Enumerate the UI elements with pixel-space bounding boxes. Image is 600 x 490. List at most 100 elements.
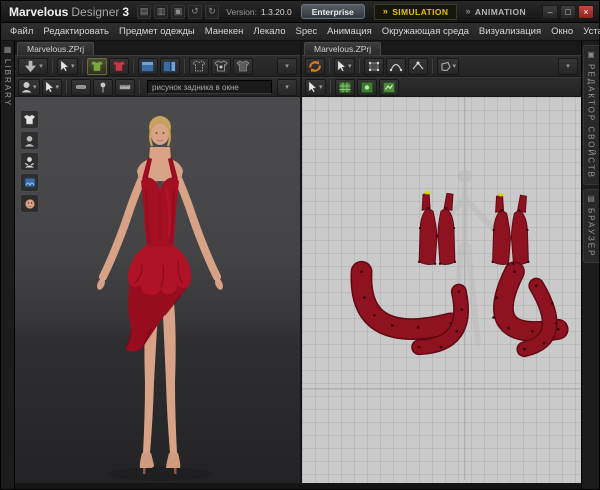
dropdown-caret-icon: ▾ [285,83,289,91]
menubar: Файл Редактировать Предмет одежды Манеке… [1,23,600,41]
panel-2d: Marvelous.ZPrj ▾ ▾ ▾ ▾ [302,41,581,483]
menu-pattern[interactable]: Лекало [248,23,290,40]
logo-brand: Marvelous [9,4,69,19]
viewport-3d-icon-strip [20,110,39,213]
dropdown-caret-icon: ▾ [348,62,352,70]
menu-settings[interactable]: Установка [578,23,600,40]
fabric-layer-button[interactable] [20,173,39,192]
avatar-menu-button[interactable]: ▾ [18,78,40,96]
redo-icon[interactable]: ↻ [205,4,220,19]
cursor-icon [337,60,346,72]
green-grid-icon [338,81,351,93]
screenshot-icon[interactable]: ▣ [171,4,186,19]
texture-tool-button[interactable]: ▾ [305,78,326,96]
doc-tab-2d[interactable]: Marvelous.ZPrj [304,42,382,55]
pose-layer-button[interactable] [20,152,39,171]
toolbar-overflow-button-3d[interactable]: ▾ [277,57,297,75]
viewport-2d[interactable] [302,97,581,483]
pin-tool-button[interactable] [93,78,114,96]
show-garment-button[interactable] [108,57,129,75]
show-pattern-info-button[interactable] [378,78,399,96]
sync-button[interactable] [305,57,325,75]
menu-render[interactable]: Визуализация [474,23,546,40]
library-tab[interactable]: LIBRARY [3,59,12,107]
avatar-layer-button[interactable] [20,131,39,150]
field-dropdown-button[interactable]: ▾ [277,78,297,96]
toolbar-divider [431,59,433,73]
panels-icon[interactable]: ▥ [154,4,169,19]
measure-tool-button[interactable] [115,78,136,96]
tabrow-2d: Marvelous.ZPrj [302,41,581,55]
window-controls: – □ × [542,4,594,19]
logo-product: Designer [71,4,120,19]
add-point-icon [412,61,423,69]
show-thick-garment-button[interactable] [86,57,107,75]
simulate-button[interactable]: ▾ [18,57,48,75]
edit-pattern-button[interactable] [363,57,384,75]
pose-bust-icon [24,156,35,167]
tab-simulation[interactable]: » SIMULATION [373,3,458,20]
snap-grid-button[interactable] [356,78,377,96]
property-editor-icon: ▣ [587,50,595,59]
background-image-field[interactable]: рисунок задника в окне [147,80,272,94]
show-3d-window-button[interactable] [137,57,158,75]
select-tool-2d[interactable]: ▾ [334,57,355,75]
show-grid-button[interactable] [334,78,355,96]
viewport-3d[interactable] [15,97,300,483]
layout-icon[interactable]: ▤ [137,4,152,19]
titlebar-tools: ▤ ▥ ▣ ↺ ↻ [137,4,220,19]
show-pins-button[interactable] [210,57,231,75]
show-seams-button[interactable] [188,57,209,75]
blue-panels-icon [163,60,177,72]
toolbar-divider [52,59,53,73]
app-window: Marvelous Designer 3 ▤ ▥ ▣ ↺ ↻ Version: … [0,0,600,490]
tab-animation[interactable]: » ANIMATION [457,4,534,20]
right-rail: ▣ РЕДАКТОР СВОЙСТВ ▤ БРАУЗЕР [581,41,599,489]
tape-tool-button[interactable] [71,78,92,96]
version-label: Version: [226,6,257,17]
toolbar-3d-row2: ▾ ▾ рисунок задника в окне ▾ [15,77,300,97]
menu-edit[interactable]: Редактировать [38,23,114,40]
simulation-chevron-icon: » [382,6,389,16]
menu-animation[interactable]: Анимация [322,23,377,40]
show-strain-button[interactable] [232,57,253,75]
library-icon[interactable]: ▦ [4,46,12,54]
dropdown-caret-icon: ▾ [55,83,60,91]
undo-icon[interactable]: ↺ [188,4,203,19]
face-icon [24,198,35,209]
strain-shirt-icon [235,60,250,72]
license-badge[interactable]: Enterprise [300,4,365,19]
menu-spec[interactable]: Spec [290,23,322,40]
garment-layer-button[interactable] [20,110,39,129]
browser-label: БРАУЗЕР [586,207,596,258]
select-tool-3d[interactable]: ▾ [57,57,78,75]
minimize-button[interactable]: – [542,4,558,19]
draw-polygon-button[interactable]: ▾ [436,57,460,75]
menu-avatar[interactable]: Манекен [200,23,249,40]
toolbar-overflow-button-2d[interactable]: ▾ [558,57,578,75]
show-multi-window-button[interactable] [159,57,180,75]
property-editor-tab[interactable]: ▣ РЕДАКТОР СВОЙСТВ [582,45,599,185]
titlebar: Marvelous Designer 3 ▤ ▥ ▣ ↺ ↻ Version: … [1,1,599,23]
menu-file[interactable]: Файл [5,23,38,40]
white-shirt-icon [23,114,36,125]
edit-curve-button[interactable] [385,57,406,75]
menu-window[interactable]: Окно [546,23,578,40]
big-down-arrow-icon [25,60,37,72]
maximize-button[interactable]: □ [560,4,576,19]
browser-tab[interactable]: ▤ БРАУЗЕР [582,188,599,264]
doc-tab-3d[interactable]: Marvelous.ZPrj [17,42,95,55]
add-point-button[interactable] [407,57,428,75]
face-layer-button[interactable] [20,194,39,213]
menu-garment[interactable]: Предмет одежды [114,23,200,40]
polygon-icon [441,61,451,71]
tape-measure-icon [76,85,87,89]
toolbar-divider [139,80,141,94]
dropdown-caret-icon: ▾ [39,62,43,70]
logo-version: 3 [122,4,130,19]
animation-chevron-icon: » [465,6,471,16]
cursor-icon [45,81,54,93]
close-button[interactable]: × [578,4,594,19]
select-avatar-tool[interactable]: ▾ [41,78,63,96]
menu-environment[interactable]: Окружающая среда [377,23,474,40]
